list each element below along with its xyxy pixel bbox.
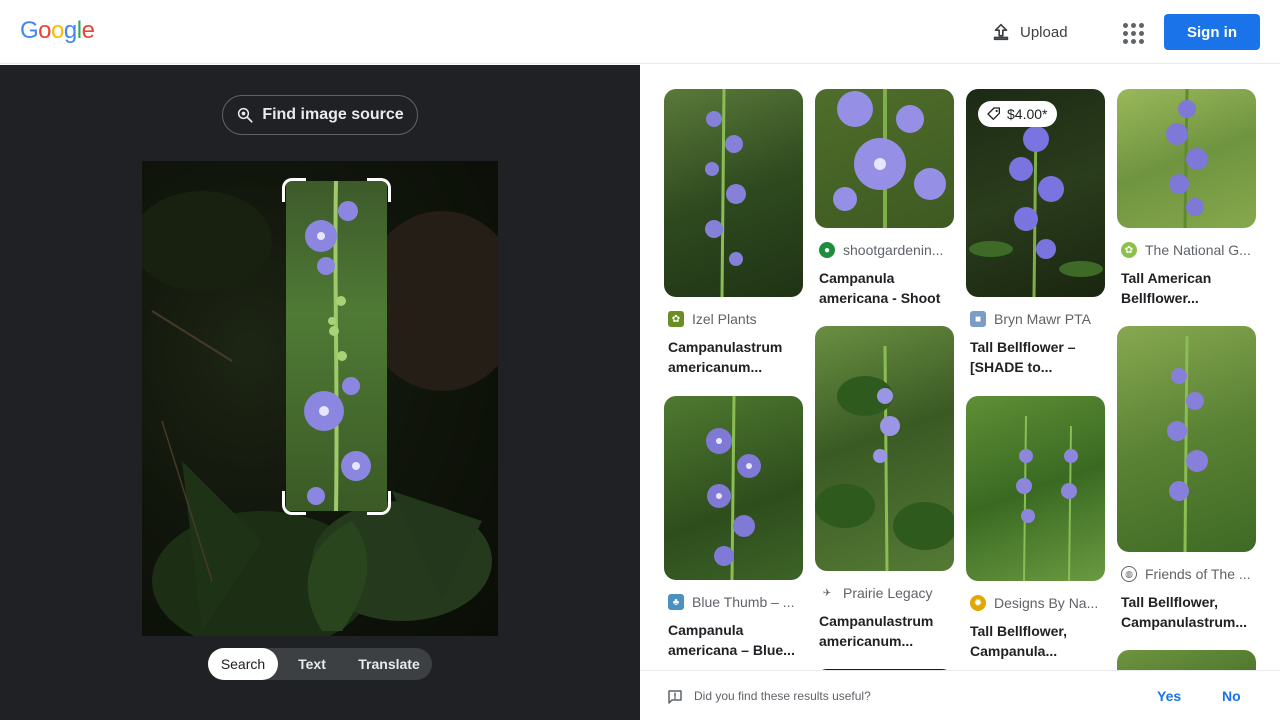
result-thumbnail[interactable]: $4.00* xyxy=(966,89,1105,297)
result-card[interactable]: ✿ The National G... Tall American Bellfl… xyxy=(1117,89,1256,308)
source-name: Designs By Na... xyxy=(994,595,1099,611)
result-card[interactable]: ✈ Prairie Legacy Campanulastrum american… xyxy=(815,326,954,651)
tab-search[interactable]: Search xyxy=(208,648,278,680)
logo-letter: e xyxy=(81,17,95,44)
result-source[interactable]: ■ Bryn Mawr PTA xyxy=(966,311,1105,327)
source-name: The National G... xyxy=(1145,242,1251,258)
source-name: shootgardenin... xyxy=(843,242,944,258)
result-card[interactable] xyxy=(1117,650,1256,670)
result-card[interactable]: ♣ Blue Thumb – ... Campanula americana –… xyxy=(664,396,803,660)
result-card[interactable]: ● shootgardenin... Campanula americana -… xyxy=(815,89,954,308)
result-thumbnail[interactable] xyxy=(815,89,954,228)
result-source[interactable]: ✈ Prairie Legacy xyxy=(815,585,954,601)
mode-tabs: Search Text Translate xyxy=(208,648,432,680)
find-source-label: Find image source xyxy=(262,106,404,123)
site-favicon-icon: ✹ xyxy=(970,595,986,611)
site-favicon-icon: ■ xyxy=(970,311,986,327)
result-title[interactable]: Campanulastrum americanum... xyxy=(664,337,803,377)
result-card[interactable]: ✹ Designs By Na... Tall Bellflower, Camp… xyxy=(966,396,1105,661)
source-name: Izel Plants xyxy=(692,311,757,327)
result-title[interactable]: Campanulastrum americanum... xyxy=(815,611,954,651)
feedback-yes-button[interactable]: Yes xyxy=(1157,688,1181,704)
feedback-no-button[interactable]: No xyxy=(1222,688,1241,704)
logo-letter: g xyxy=(63,17,77,44)
feedback-bar: Did you find these results useful? Yes N… xyxy=(640,670,1280,720)
feedback-question: Did you find these results useful? xyxy=(694,689,871,703)
result-card[interactable]: ◍ Friends of The ... Tall Bellflower, Ca… xyxy=(1117,326,1256,632)
feedback-icon xyxy=(668,690,682,704)
result-thumbnail[interactable] xyxy=(815,326,954,571)
crop-selection[interactable] xyxy=(286,180,387,512)
result-title[interactable]: Tall American Bellflower... xyxy=(1117,268,1256,308)
header: Google Upload Sign in xyxy=(0,0,1280,64)
result-title[interactable]: Tall Bellflower, Campanula... xyxy=(966,621,1105,661)
result-title[interactable]: Tall Bellflower – [SHADE to... xyxy=(966,337,1105,377)
result-title[interactable]: Campanula americana – Blue... xyxy=(664,620,803,660)
crop-handle-top-right[interactable] xyxy=(367,178,391,202)
site-favicon-icon: ♣ xyxy=(668,594,684,610)
source-name: Blue Thumb – ... xyxy=(692,594,795,610)
site-favicon-icon: ✿ xyxy=(1121,242,1137,258)
result-thumbnail[interactable] xyxy=(1117,650,1256,670)
crop-handle-top-left[interactable] xyxy=(282,178,306,202)
price-tag-icon xyxy=(987,107,1000,120)
logo-letter: o xyxy=(51,17,64,44)
result-thumbnail[interactable] xyxy=(966,396,1105,581)
query-image xyxy=(142,161,498,636)
price-value: $4.00* xyxy=(1007,106,1048,122)
upload-button[interactable]: Upload xyxy=(990,18,1068,46)
result-card[interactable]: $4.00* ■ Bryn Mawr PTA Tall Bellflower –… xyxy=(966,89,1105,377)
result-thumbnail[interactable] xyxy=(664,89,803,297)
find-image-source-button[interactable]: Find image source xyxy=(222,95,418,135)
source-name: Bryn Mawr PTA xyxy=(994,311,1091,327)
source-name: Prairie Legacy xyxy=(843,585,933,601)
result-card[interactable]: ✿ Izel Plants Campanulastrum americanum.… xyxy=(664,89,803,377)
result-title[interactable]: Campanula americana - Shoot xyxy=(815,268,954,308)
lens-search-icon xyxy=(238,107,253,123)
bellflower-stem xyxy=(304,180,371,512)
result-thumbnail[interactable] xyxy=(1117,326,1256,552)
result-source[interactable]: ♣ Blue Thumb – ... xyxy=(664,594,803,610)
apps-grid-icon[interactable] xyxy=(1120,20,1144,44)
result-source[interactable]: ◍ Friends of The ... xyxy=(1117,566,1256,582)
logo-letter: o xyxy=(38,17,52,44)
price-badge: $4.00* xyxy=(978,101,1058,127)
tab-text[interactable]: Text xyxy=(278,648,346,680)
query-panel: Find image source Search Text Translate xyxy=(0,65,640,720)
result-source[interactable]: ✹ Designs By Na... xyxy=(966,595,1105,611)
globe-icon: ◍ xyxy=(1121,566,1137,582)
result-thumbnail[interactable] xyxy=(1117,89,1256,228)
result-thumbnail[interactable] xyxy=(664,396,803,580)
result-title[interactable]: Tall Bellflower, Campanulastrum... xyxy=(1117,592,1256,632)
site-favicon-icon: ✿ xyxy=(668,311,684,327)
results-panel: ✿ Izel Plants Campanulastrum americanum.… xyxy=(640,65,1280,670)
upload-icon xyxy=(993,23,1009,41)
source-name: Friends of The ... xyxy=(1145,566,1251,582)
result-source[interactable]: ● shootgardenin... xyxy=(815,242,954,258)
sign-in-button[interactable]: Sign in xyxy=(1164,14,1260,50)
google-logo[interactable]: Google xyxy=(20,17,95,45)
result-source[interactable]: ✿ Izel Plants xyxy=(664,311,803,327)
crop-handle-bottom-left[interactable] xyxy=(282,491,306,515)
site-favicon-icon: ✈ xyxy=(819,585,835,601)
site-favicon-icon: ● xyxy=(819,242,835,258)
upload-label: Upload xyxy=(1020,23,1068,41)
logo-letter: G xyxy=(20,17,39,44)
tab-translate[interactable]: Translate xyxy=(346,648,432,680)
result-source[interactable]: ✿ The National G... xyxy=(1117,242,1256,258)
crop-handle-bottom-right[interactable] xyxy=(367,491,391,515)
